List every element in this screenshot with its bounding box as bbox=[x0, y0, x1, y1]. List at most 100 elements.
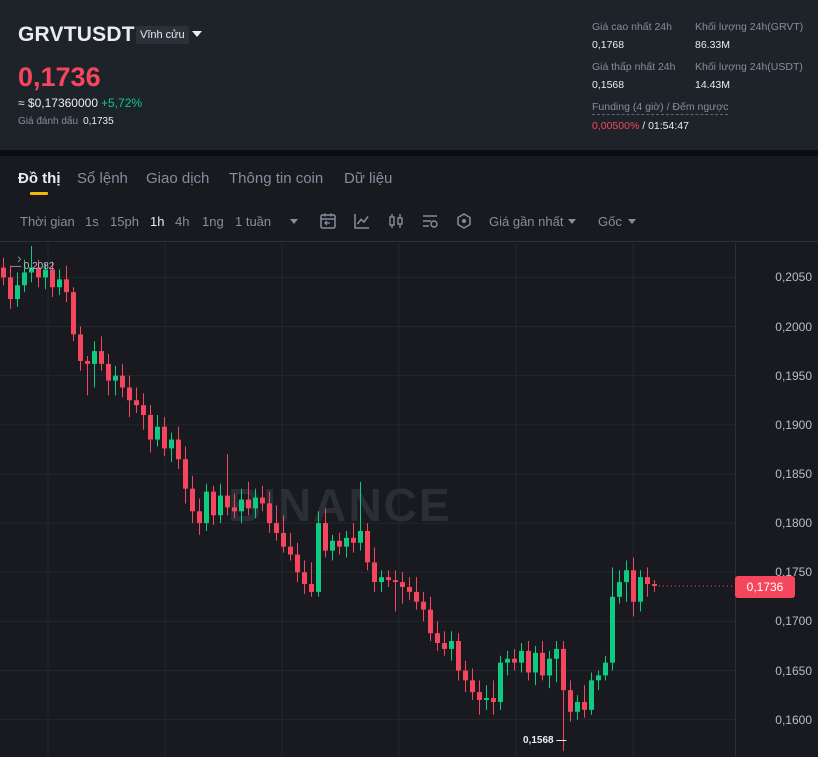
candle bbox=[197, 498, 202, 535]
calendar-icon[interactable] bbox=[319, 212, 337, 230]
interval-more-chevron-icon[interactable] bbox=[290, 219, 298, 224]
candle-body bbox=[407, 586, 412, 592]
candle bbox=[547, 650, 552, 689]
candle-body bbox=[288, 546, 293, 555]
candle bbox=[8, 265, 13, 309]
funding-rate: 0,00500% bbox=[592, 120, 640, 132]
candle-body bbox=[155, 426, 160, 440]
candle-body bbox=[232, 507, 237, 512]
price-axis-tick: 0,2050 bbox=[775, 270, 812, 285]
candle-body bbox=[176, 439, 181, 460]
candle bbox=[498, 655, 503, 710]
candle bbox=[106, 354, 111, 396]
candle bbox=[274, 505, 279, 541]
candle-body bbox=[71, 292, 76, 335]
volume-base-label: Khối lượng 24h(GRVT) bbox=[695, 21, 804, 33]
interval-1d[interactable]: 1ng bbox=[202, 214, 224, 229]
funding-label[interactable]: Funding (4 giờ) / Đếm ngược bbox=[592, 101, 729, 115]
candle bbox=[1, 257, 6, 286]
candle bbox=[351, 523, 356, 553]
candle-body bbox=[260, 497, 265, 504]
candlestick-icon[interactable] bbox=[387, 212, 405, 230]
ticker-header: GRVTUSDT Vĩnh cửu 0,1736 ≈ $0,17360000 +5… bbox=[0, 0, 818, 150]
line-chart-icon[interactable] bbox=[353, 212, 371, 230]
candle bbox=[260, 485, 265, 512]
candle-body bbox=[225, 495, 230, 508]
candle bbox=[512, 648, 517, 671]
candle bbox=[288, 532, 293, 561]
candle-body bbox=[393, 580, 398, 583]
candle-body bbox=[435, 633, 440, 643]
tab-coin-info[interactable]: Thông tin coin bbox=[229, 170, 323, 187]
interval-1h[interactable]: 1h bbox=[150, 214, 164, 229]
candle bbox=[526, 641, 531, 681]
price-type-chevron-icon[interactable] bbox=[568, 219, 576, 224]
symbol-title[interactable]: GRVTUSDT bbox=[18, 23, 135, 47]
candle-body bbox=[253, 497, 258, 509]
candle-body bbox=[295, 554, 300, 573]
candle bbox=[218, 483, 223, 524]
candle bbox=[92, 341, 97, 388]
chart-toolbar: Thời gian 1s 15ph 1h 4h 1ng 1 tuần Giá g… bbox=[0, 200, 818, 242]
candle bbox=[442, 631, 447, 656]
tab-chart[interactable]: Đồ thị bbox=[18, 170, 61, 187]
candle bbox=[316, 511, 321, 597]
price-type-select[interactable]: Giá gần nhất bbox=[489, 214, 563, 229]
candle bbox=[183, 446, 188, 504]
candle-body bbox=[477, 692, 482, 700]
interval-4h[interactable]: 4h bbox=[175, 214, 189, 229]
candle bbox=[463, 660, 468, 693]
candle bbox=[162, 416, 167, 457]
candle bbox=[477, 680, 482, 715]
chart-mode-chevron-icon[interactable] bbox=[628, 219, 636, 224]
candle-body bbox=[134, 400, 139, 406]
candlestick-series bbox=[1, 245, 735, 752]
candle-body bbox=[113, 375, 118, 381]
price-axis-tick: 0,2000 bbox=[775, 319, 812, 334]
mark-price-value: 0,1735 bbox=[83, 116, 114, 127]
candle-body bbox=[400, 582, 405, 587]
candle bbox=[225, 454, 230, 516]
tab-order-book[interactable]: Sổ lệnh bbox=[77, 170, 128, 187]
candle-body bbox=[449, 641, 454, 649]
candle bbox=[421, 591, 426, 622]
candle-body bbox=[456, 641, 461, 671]
candle bbox=[15, 272, 20, 307]
candle-body bbox=[197, 511, 202, 524]
interval-15m[interactable]: 15ph bbox=[110, 214, 139, 229]
last-price: 0,1736 bbox=[18, 62, 101, 92]
candle-body bbox=[246, 499, 251, 509]
candle bbox=[330, 534, 335, 561]
tab-data[interactable]: Dữ liệu bbox=[344, 170, 392, 187]
funding-countdown: 01:54:47 bbox=[648, 120, 689, 132]
candle-body bbox=[582, 701, 587, 710]
candle bbox=[344, 530, 349, 558]
candle bbox=[386, 570, 391, 587]
candle-body bbox=[589, 680, 594, 710]
indicators-settings-icon[interactable] bbox=[421, 212, 439, 230]
candle-body bbox=[218, 495, 223, 516]
candle bbox=[190, 475, 195, 524]
candle bbox=[71, 287, 76, 342]
candle-body bbox=[64, 279, 69, 293]
candle bbox=[204, 483, 209, 531]
candle-body bbox=[204, 491, 209, 524]
candle bbox=[470, 668, 475, 700]
candle bbox=[449, 631, 454, 661]
candle-body bbox=[316, 523, 321, 592]
interval-1w[interactable]: 1 tuần bbox=[235, 214, 271, 229]
tab-trades[interactable]: Giao dịch bbox=[146, 170, 209, 187]
candle bbox=[652, 580, 657, 592]
chevron-down-icon[interactable] bbox=[192, 31, 202, 37]
interval-1s[interactable]: 1s bbox=[85, 214, 99, 229]
candle bbox=[575, 695, 580, 720]
candle-body bbox=[526, 650, 531, 673]
candle bbox=[246, 481, 251, 516]
candle-body bbox=[645, 577, 650, 585]
candle-body bbox=[603, 662, 608, 676]
chart-mode-select[interactable]: Gốc bbox=[598, 214, 622, 229]
candle-body bbox=[8, 277, 13, 300]
hexagon-settings-icon[interactable] bbox=[455, 212, 473, 230]
contract-type-badge: Vĩnh cửu bbox=[136, 26, 189, 44]
candle-body bbox=[302, 572, 307, 585]
